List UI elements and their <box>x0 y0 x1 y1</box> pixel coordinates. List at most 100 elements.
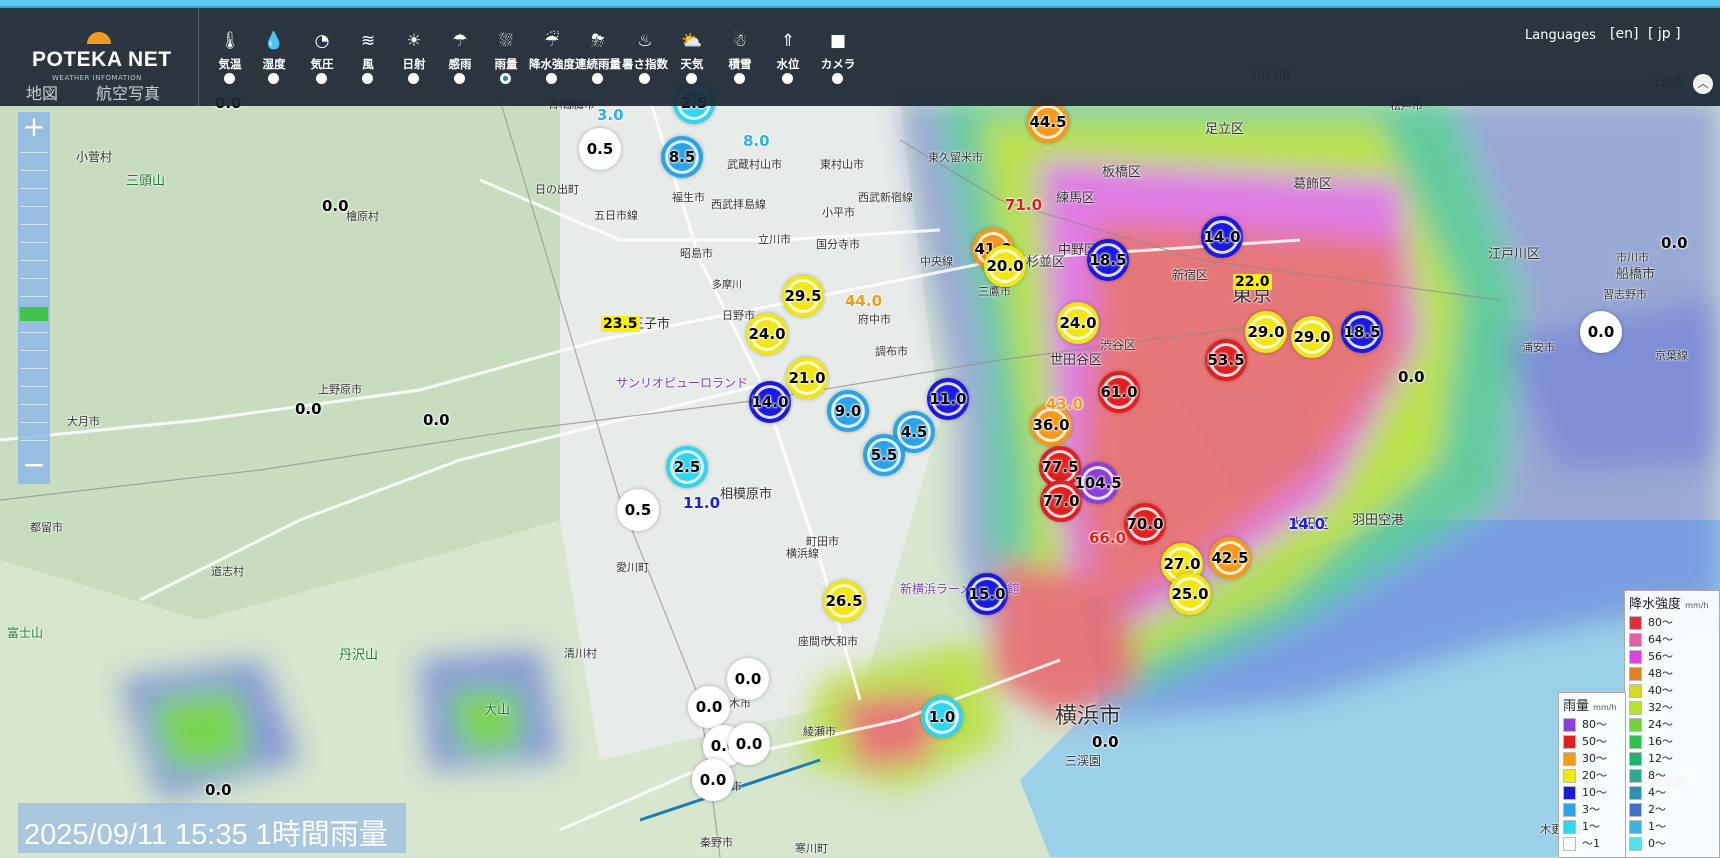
legend-label: 8～ <box>1648 769 1666 782</box>
nav-radio[interactable] <box>832 73 843 84</box>
place-label: 船橋市 <box>1616 267 1656 282</box>
station-marker[interactable]: 0.0 <box>1580 311 1622 353</box>
nav-radio[interactable] <box>362 73 373 84</box>
station-value-text[interactable]: 8.0 <box>743 132 770 150</box>
station-marker[interactable]: 0.0 <box>727 658 769 700</box>
station-value-text[interactable]: 11.0 <box>683 494 720 512</box>
station-marker[interactable]: 29.0 <box>1291 316 1333 358</box>
station-value-text[interactable]: 14.0 <box>1288 515 1325 533</box>
station-marker[interactable]: 2.5 <box>666 446 708 488</box>
nav-item-label: カメラ <box>820 57 856 71</box>
legend-row: 80～ <box>1563 717 1607 732</box>
station-value-text[interactable]: 3.0 <box>597 106 624 124</box>
zoom-tick <box>20 440 48 441</box>
station-marker[interactable]: 15.0 <box>966 573 1008 615</box>
station-marker[interactable]: 53.5 <box>1205 339 1247 381</box>
station-marker[interactable]: 8.5 <box>661 136 703 178</box>
station-marker[interactable]: 5.5 <box>863 434 905 476</box>
station-marker[interactable]: 29.5 <box>782 275 824 317</box>
station-value-text[interactable]: 71.0 <box>1005 196 1042 214</box>
station-value-tag[interactable]: 22.0 <box>1233 274 1272 290</box>
zoom-slider-thumb[interactable] <box>20 307 48 321</box>
nav-radio[interactable] <box>782 73 793 84</box>
rain-map[interactable] <box>0 0 1720 857</box>
legend-row: ～1 <box>1563 836 1600 851</box>
station-marker[interactable]: 24.0 <box>746 313 788 355</box>
nav-item-camera[interactable]: ■ カメラ <box>808 8 868 98</box>
station-value-text[interactable]: 44.0 <box>845 292 882 310</box>
nav-radio[interactable] <box>639 73 650 84</box>
nav-radio[interactable] <box>500 73 511 84</box>
nav-radio[interactable] <box>686 73 697 84</box>
nav-radio[interactable] <box>224 73 235 84</box>
station-marker[interactable]: 21.0 <box>786 357 828 399</box>
station-marker[interactable]: 18.5 <box>1341 311 1383 353</box>
station-marker[interactable]: 9.0 <box>827 390 869 432</box>
station-value-text[interactable]: 0.0 <box>1661 234 1688 252</box>
place-label: 福生市 <box>672 191 705 204</box>
nav-radio[interactable] <box>734 73 745 84</box>
station-value-text[interactable]: 0.0 <box>205 781 232 799</box>
station-marker[interactable]: 0.0 <box>688 686 730 728</box>
lang-en-link[interactable]: [en] <box>1610 26 1638 42</box>
nav-radio[interactable] <box>408 73 419 84</box>
station-value-text[interactable]: 0.0 <box>1398 368 1425 386</box>
legend-row: 1～ <box>1629 819 1666 834</box>
station-marker[interactable]: 11.0 <box>927 378 969 420</box>
station-marker[interactable]: 0.0 <box>728 723 770 765</box>
zoom-tick <box>20 170 48 171</box>
place-label: 足立区 <box>1205 122 1245 137</box>
station-value-text[interactable]: 0.0 <box>295 400 322 418</box>
station-marker[interactable]: 0.0 <box>692 759 734 801</box>
legend-swatch <box>1563 820 1576 834</box>
station-marker[interactable]: 44.5 <box>1027 101 1069 143</box>
zoom-tick <box>20 152 48 153</box>
legend-label: 24～ <box>1648 718 1673 731</box>
station-value-text[interactable]: 66.0 <box>1089 529 1126 547</box>
aerial-tab[interactable]: 航空写真 <box>96 80 160 104</box>
station-value-text[interactable]: 0.0 <box>1092 733 1119 751</box>
station-marker[interactable]: 25.0 <box>1169 573 1211 615</box>
station-marker[interactable]: 104.5 <box>1074 462 1122 504</box>
station-marker[interactable]: 0.5 <box>617 489 659 531</box>
station-marker[interactable]: 24.0 <box>1057 302 1099 344</box>
map-tab[interactable]: 地図 <box>26 80 58 104</box>
station-marker[interactable]: 42.5 <box>1209 537 1251 579</box>
nav-radio[interactable] <box>454 73 465 84</box>
place-label: 清川村 <box>564 647 597 660</box>
station-marker[interactable]: 14.0 <box>1201 216 1243 258</box>
legend-swatch <box>1629 769 1642 783</box>
station-marker[interactable]: 18.5 <box>1087 239 1129 281</box>
station-marker[interactable]: 0.5 <box>579 128 621 170</box>
nav-radio[interactable] <box>316 73 327 84</box>
station-value-tag[interactable]: 23.5 <box>601 316 640 332</box>
station-marker[interactable]: 20.0 <box>984 245 1026 287</box>
place-label: 習志野市 <box>1603 288 1647 301</box>
nav-radio[interactable] <box>546 73 557 84</box>
station-marker[interactable]: 14.0 <box>749 381 791 423</box>
station-marker[interactable]: 61.0 <box>1098 371 1140 413</box>
nav-radio[interactable] <box>592 73 603 84</box>
station-value-text[interactable]: 43.0 <box>1046 395 1083 413</box>
place-label: 小平市 <box>822 206 855 219</box>
place-label: 府中市 <box>858 313 891 326</box>
zoom-out-button[interactable]: − <box>18 450 50 482</box>
station-value-text[interactable]: 0.0 <box>322 197 349 215</box>
legend-swatch <box>1629 701 1642 715</box>
intensity-legend-unit: mm/h <box>1685 601 1709 610</box>
station-marker[interactable]: 29.0 <box>1245 311 1287 353</box>
station-value-text[interactable]: 0.0 <box>423 411 450 429</box>
station-marker[interactable]: 70.0 <box>1124 503 1166 545</box>
collapse-header-button[interactable]: ︿ <box>1693 74 1713 94</box>
rain-legend-title: 雨量 <box>1563 699 1590 714</box>
intensity-legend-title: 降水強度 <box>1629 597 1682 612</box>
lang-jp-link[interactable]: [ jp ] <box>1648 26 1681 42</box>
place-label: 横浜線 <box>786 547 819 560</box>
station-marker[interactable]: 26.5 <box>823 580 865 622</box>
nav-radio[interactable] <box>268 73 279 84</box>
place-label: 寒川町 <box>795 842 828 855</box>
station-marker[interactable]: 1.0 <box>921 696 963 738</box>
legend-swatch <box>1629 718 1642 732</box>
zoom-in-button[interactable]: + <box>18 112 50 144</box>
station-marker[interactable]: 77.0 <box>1040 480 1082 522</box>
